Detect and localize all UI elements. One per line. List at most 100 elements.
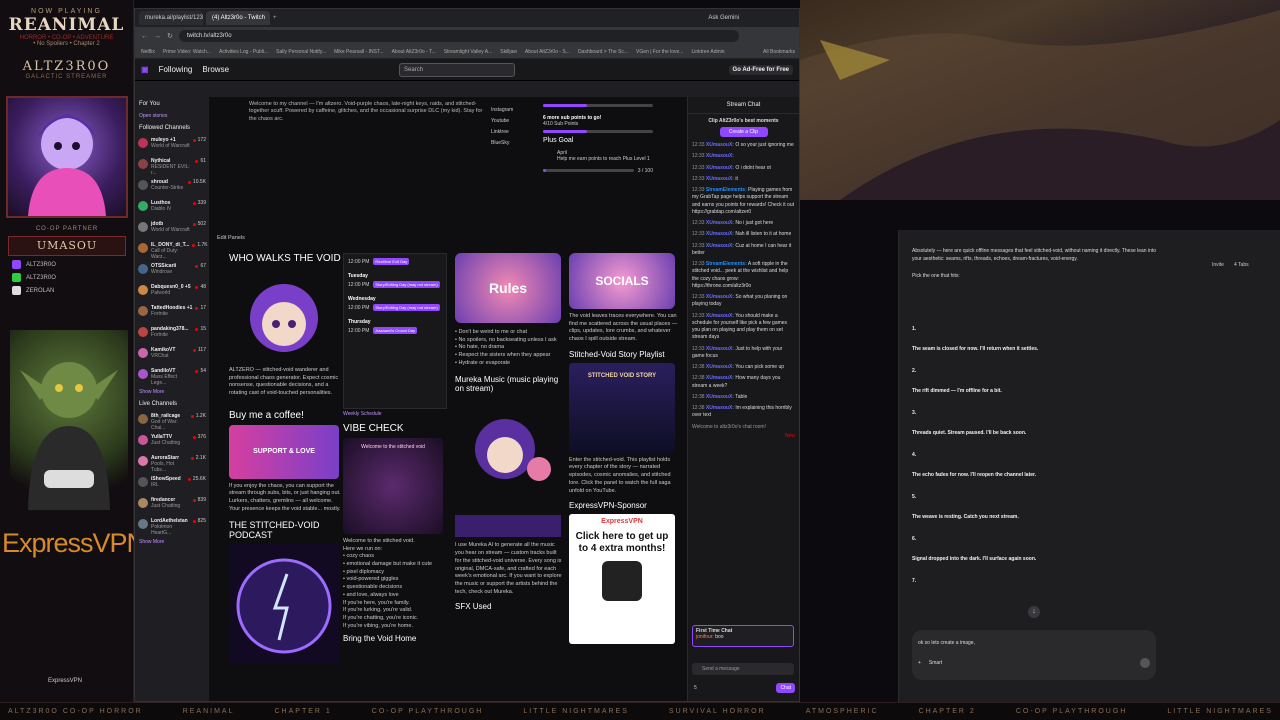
bookmark-item[interactable]: Mike Pearsall - INST...	[334, 49, 383, 55]
chat-message: 12:38 XUmasouX: How many days you stream…	[692, 375, 781, 389]
add-icon[interactable]: +	[918, 660, 921, 666]
viewer-count: 117	[193, 347, 206, 353]
url-field[interactable]: twitch.tv/altz3r0o	[178, 30, 739, 42]
new-tab-icon[interactable]: +	[273, 15, 277, 21]
edit-panels-button[interactable]: Edit Panels	[217, 235, 245, 241]
chat-username[interactable]: XUmasouX:	[706, 243, 734, 249]
bookmark-item[interactable]: Sally Personal Notify...	[276, 49, 326, 55]
chat-username[interactable]: XUmasouX:	[706, 375, 734, 381]
chat-send-button[interactable]: Chat	[776, 683, 795, 693]
show-more-live-link[interactable]: Show More	[135, 537, 209, 547]
model-selector[interactable]: Smart	[929, 660, 942, 666]
tab-mureka[interactable]: mureka.ai/playlist/123240857...	[139, 11, 203, 25]
back-icon[interactable]: ←	[141, 33, 148, 40]
tabs-button[interactable]: 4 Tabs	[1234, 262, 1249, 268]
bookmark-item[interactable]: Streamlight Valley A...	[444, 49, 493, 55]
create-clip-button[interactable]: Create a Clip	[719, 127, 768, 137]
bookmark-item[interactable]: About AltZ3r0o - S...	[525, 49, 570, 55]
chat-username[interactable]: XUmasouX:	[706, 153, 734, 159]
chat-username[interactable]: XUmasouX:	[706, 231, 734, 237]
invite-button[interactable]: Invite	[1212, 262, 1224, 268]
channel-row[interactable]: Dabquesn0_0 +5 Palworld 48	[135, 282, 209, 303]
adfree-button[interactable]: Go Ad-Free for Free	[728, 64, 793, 75]
chat-username[interactable]: XUmasouX:	[706, 346, 734, 352]
open-stories-link[interactable]: Open stories	[135, 111, 209, 121]
bookmark-item[interactable]: Prime Video: Watch...	[163, 49, 211, 55]
all-bookmarks[interactable]: All Bookmarks	[763, 49, 799, 55]
reload-icon[interactable]: ↻	[167, 32, 173, 40]
podcast-image[interactable]	[229, 543, 339, 664]
social-links: Instagram Youtube Linktree BlueSky	[491, 105, 513, 149]
channel-row[interactable]: IL_DONY_di_T... Call of Duty: Warz... 1.7K	[135, 240, 209, 261]
channel-row[interactable]: jdotb World of Warcraft 502	[135, 219, 209, 240]
channel-row[interactable]: AuroraStarr Pools, Hot Tubs... 2.1K	[135, 453, 209, 474]
schedule-day: Wednesday	[348, 296, 376, 302]
ask-gemini-button[interactable]: Ask Gemini	[708, 15, 799, 21]
bookmark-item[interactable]: Activities Log - Publi...	[219, 49, 268, 55]
chat-username[interactable]: XUmasouX:	[706, 364, 734, 370]
show-more-link[interactable]: Show More	[135, 387, 209, 397]
search-input[interactable]: Search	[399, 62, 516, 77]
channel-row[interactable]: Nythical RESIDENT EVIL: r... 61	[135, 156, 209, 177]
channel-row[interactable]: firedancer Just Chatting 839	[135, 495, 209, 516]
weekly-schedule-link[interactable]: Weekly Schedule	[343, 411, 447, 417]
chat-input[interactable]: Send a message	[692, 663, 794, 675]
bookmark-item[interactable]: Skilljaw	[500, 49, 517, 55]
tab-strip: mureka.ai/playlist/123240857... (4) Altz…	[135, 9, 799, 27]
sponsor-logo-text: ExpressVPN	[2, 528, 146, 558]
forward-icon[interactable]: →	[154, 33, 161, 40]
nav-browse[interactable]: Browse	[202, 65, 229, 74]
chat-username[interactable]: StreamElements:	[706, 187, 747, 193]
channel-row[interactable]: muleyo +1 World of Warcraft 172	[135, 135, 209, 156]
channel-points[interactable]: 5	[694, 685, 697, 691]
compose-input[interactable]: ok so lets create a image,	[918, 640, 1150, 646]
chat-username[interactable]: StreamElements:	[706, 261, 747, 267]
social-bluesky[interactable]: BlueSky	[491, 138, 513, 149]
channel-row[interactable]: OTSSicarii Windrose 67	[135, 261, 209, 282]
channel-row[interactable]: KamikoVT VRChat 117	[135, 345, 209, 366]
twitch-logo-icon[interactable]: ▣	[141, 65, 149, 74]
mureka-image[interactable]	[455, 397, 561, 538]
channel-row[interactable]: LordAethelstan Pokémon HeartG... 825	[135, 516, 209, 537]
list-number: 6.	[912, 536, 917, 542]
support-banner[interactable]: SUPPORT & LOVE	[229, 424, 339, 479]
channel-row[interactable]: YullaTTV Just Chatting 376	[135, 432, 209, 453]
channel-row[interactable]: Lusthos Diablo IV 339	[135, 198, 209, 219]
bookmark-item[interactable]: Linktree Admin	[691, 49, 724, 55]
offline-message-option: The rift dimmed — I'm offline for a bit.	[912, 388, 1002, 394]
channel-row[interactable]: shroud Counter-Strike 10.5K	[135, 177, 209, 198]
chat-username[interactable]: XUmasouX:	[706, 313, 734, 319]
chat-username[interactable]: XUmasouX:	[706, 394, 734, 400]
assistant-toolbar: Invite 4 Tabs	[1212, 262, 1249, 268]
social-instagram[interactable]: Instagram	[491, 105, 513, 116]
bookmark-item[interactable]: Dashboard > The Sc...	[578, 49, 628, 55]
scroll-down-icon[interactable]: ↓	[1028, 606, 1040, 618]
social-youtube[interactable]: Youtube	[491, 116, 513, 127]
send-icon[interactable]	[1140, 658, 1150, 668]
channel-row[interactable]: 8th_railcage God of War: Chai... 1.2K	[135, 411, 209, 432]
chat-username[interactable]: XUmasouX:	[706, 176, 734, 182]
vibe-banner[interactable]: Welcome to the stitched void	[343, 438, 443, 534]
schedule-tag: Story/Editing Day (may not stream)	[373, 304, 440, 311]
left-sidebar: For You Open stories Followed Channels m…	[135, 97, 209, 701]
chat-username[interactable]: XUmasouX:	[706, 220, 734, 226]
chat-username[interactable]: XUmasouX:	[706, 165, 734, 171]
chat-username[interactable]: XUmasouX:	[706, 405, 734, 411]
bookmark-item[interactable]: Netflix	[141, 49, 155, 55]
nav-following[interactable]: Following	[159, 65, 193, 74]
channel-row[interactable]: TattedHoodies +1 Fortnite 17	[135, 303, 209, 324]
channel-row[interactable]: pandaking378... Fortnite 15	[135, 324, 209, 345]
channel-row[interactable]: iShowSpeed IRL 25.6K	[135, 474, 209, 495]
chat-username[interactable]: XUmasouX:	[706, 294, 734, 300]
bookmark-item[interactable]: VGen | For the love...	[636, 49, 683, 55]
story-banner[interactable]: STITCHED VOID STORY	[569, 362, 675, 453]
tab-twitch[interactable]: (4) Altz3r0o - Twitch	[206, 11, 270, 25]
evpn-ad[interactable]: ExpressVPN Click here to get up to 4 ext…	[569, 514, 675, 645]
bookmark-item[interactable]: About AltZ3r0o - T...	[392, 49, 436, 55]
chat-username[interactable]: XUmasouX:	[706, 142, 734, 148]
channel-row[interactable]: SandiloVT Mass Effect Lege... 54	[135, 366, 209, 387]
live-dot-icon	[195, 306, 199, 310]
viewer-count: 25.6K	[187, 476, 206, 482]
viewer-count: 61	[195, 158, 206, 164]
social-linktree[interactable]: Linktree	[491, 127, 513, 138]
